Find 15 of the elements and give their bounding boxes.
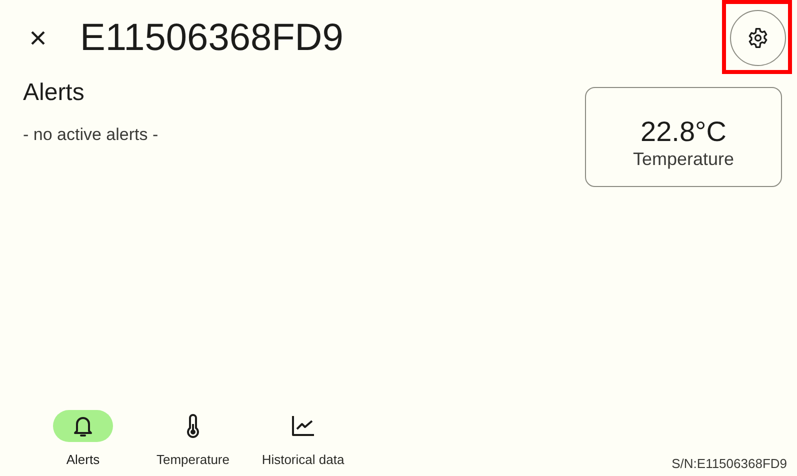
settings-button[interactable] <box>730 10 786 66</box>
empty-message: - no active alerts - <box>23 124 160 146</box>
nav-tab[interactable]: Historical data <box>248 410 358 469</box>
settings-icon <box>747 27 769 49</box>
temperature-label: Temperature <box>632 148 734 170</box>
serial-number: S/N:E11506368FD9 <box>672 454 787 472</box>
page-title: E11506368FD9 <box>80 19 344 57</box>
section-heading: Alerts <box>23 78 86 108</box>
line-chart-icon <box>291 414 315 436</box>
close-icon <box>30 30 46 46</box>
nav-tab[interactable]: Alerts <box>28 410 138 469</box>
thermometer-icon <box>186 414 200 438</box>
temperature-value: 22.8°C <box>640 116 726 148</box>
nav-tab[interactable]: Temperature <box>138 410 248 469</box>
bell-icon <box>73 414 93 436</box>
